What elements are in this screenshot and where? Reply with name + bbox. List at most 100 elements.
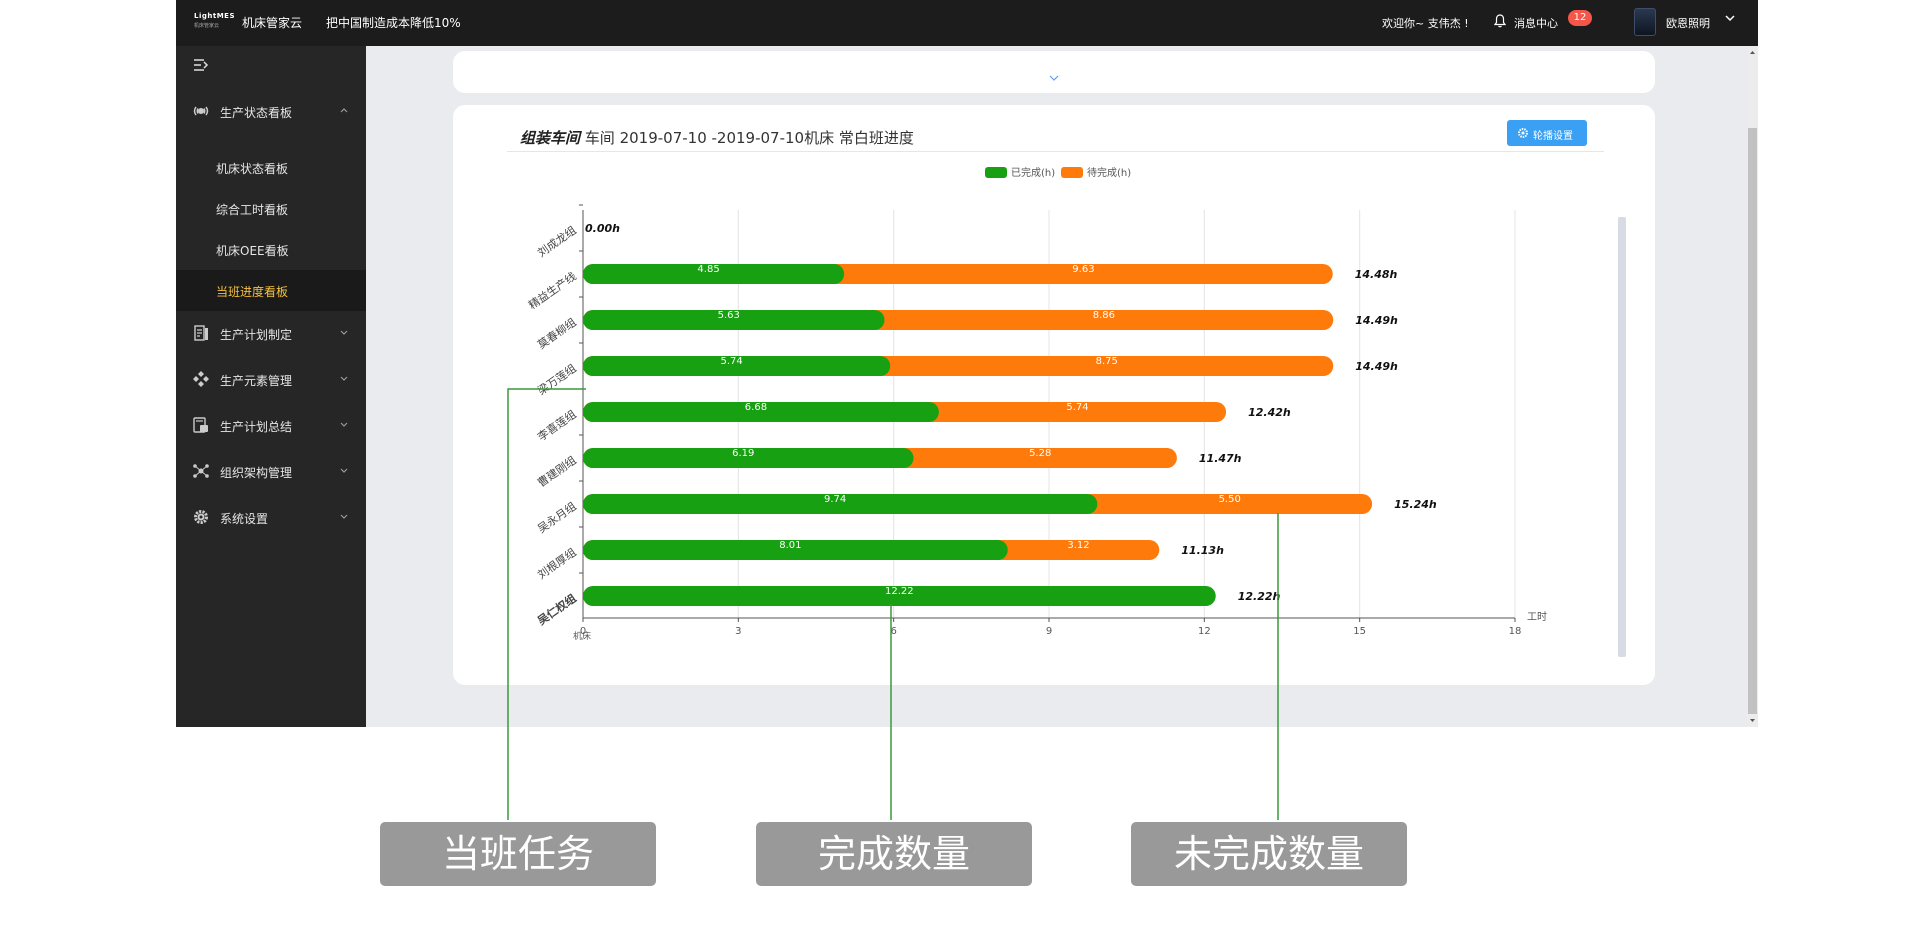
data-label-completed: 12.22 [885,586,914,597]
x-tick-label: 15 [1353,626,1366,637]
chevron-down-icon [340,330,348,335]
sidebar-item-shift-progress[interactable]: 当班进度看板 [176,270,366,311]
sidebar-group-production-plan[interactable]: 生产计划制定 [176,310,366,356]
message-count-badge: 12 [1568,10,1592,26]
sidebar-group-organization[interactable]: 组织架构管理 [176,448,366,494]
logo-text: LightMES [194,12,235,20]
sidebar-group-label: 生产元素管理 [220,374,293,388]
sidebar-item-label: 综合工时看板 [216,203,289,217]
sidebar-group-plan-summary[interactable]: 生产计划总结 [176,402,366,448]
progress-chart-card: 组装车间 车间 2019-07-10 -2019-07-10机床 常白班进度 轮… [453,105,1655,685]
data-label-pending: 5.50 [1219,494,1241,505]
category-label: 吴仁权组 [535,591,579,628]
total-label: 12.42h [1248,406,1291,419]
gear-icon [194,510,208,524]
x-tick-label: 12 [1198,626,1211,637]
sidebar-group-production-status[interactable]: 生产状态看板 [176,88,366,134]
chevron-down-icon [340,514,348,519]
bar-completed-edge [1077,494,1088,514]
logo-subtext: 机床管家云 [194,23,220,29]
category-label: 莫春柳组 [535,315,579,352]
page-scrollbar[interactable] [1747,46,1758,727]
category-label: 梁万莲组 [535,361,579,398]
category-label: 吴永月组 [535,499,579,536]
top-bar: LightMES 机床管家云 机床管家云 把中国制造成本降低10% 欢迎你~ 支… [176,0,1758,46]
total-label: 11.13h [1181,544,1224,557]
slogan: 把中国制造成本降低10% [326,16,461,30]
data-label-pending: 9.63 [1072,264,1094,275]
bar-completed-edge [824,264,835,284]
total-label: 14.49h [1355,314,1398,327]
bar-completed-edge [893,448,904,468]
x-tick-label: 6 [890,626,896,637]
sidebar-group-label: 生产计划制定 [220,328,293,342]
category-label: 李喜莲组 [535,407,579,444]
sidebar-item-label: 机床OEE看板 [216,244,289,258]
welcome-text: 欢迎你~ 支伟杰 ! [1382,17,1469,30]
total-label: 12.22h [1238,590,1281,603]
user-name[interactable]: 欧恩照明 [1666,15,1710,31]
data-label-completed: 8.01 [779,540,801,551]
sidebar-group-system-settings[interactable]: 系统设置 [176,494,366,540]
category-label: 曹建刚组 [535,453,579,490]
shift-progress-chart: 已完成(h) 待完成(h)0 3 6 9 12 15 18工时机床吴仁权组12.22 12.22… [526,166,1547,642]
scrollbar-thumb[interactable] [1748,128,1757,714]
chevron-down-icon [340,376,348,381]
chevron-down-icon[interactable] [1724,12,1736,24]
data-label-completed: 6.68 [745,402,767,413]
scroll-down-icon[interactable] [1748,716,1757,725]
category-label: 刘成龙组 [535,223,579,260]
legend-swatch [1061,167,1083,178]
bar-completed-edge [864,310,875,330]
y-axis-label: 机床 [573,630,591,642]
app-name: 机床管家云 [242,16,303,30]
bar-completed-edge [987,540,998,560]
category-label: 精益生产线 [526,269,579,312]
total-label: 11.47h [1199,452,1242,465]
data-label-pending: 3.12 [1067,540,1089,551]
sidebar: 生产状态看板 机床状态看板 综合工时看板 机床OEE看板 当班进度看板 生产计划… [176,46,366,727]
brand-logo[interactable]: LightMES 机床管家云 [194,12,240,34]
legend-swatch [985,167,1007,178]
monitor-icon [193,106,209,116]
chevron-down-icon [340,422,348,427]
x-axis-label: 工时 [1527,611,1547,623]
chevron-up-icon [340,108,348,113]
legend-label: 已完成(h) [1011,166,1055,179]
sidebar-item-work-hours[interactable]: 综合工时看板 [176,188,366,229]
message-center-link[interactable]: 消息中心 [1514,15,1558,31]
total-label: 15.24h [1394,498,1437,511]
data-label-completed: 5.74 [720,356,742,367]
x-tick-label: 9 [1046,626,1052,637]
callout-shift-task: 当班任务 [380,822,656,886]
x-tick-label: 18 [1509,626,1522,637]
data-label-completed: 5.63 [718,310,740,321]
report-icon [193,417,208,433]
collapsed-filter-panel [453,51,1655,93]
sidebar-group-label: 组织架构管理 [220,466,293,480]
sidebar-group-label: 生产计划总结 [220,420,293,434]
data-label-pending: 8.86 [1093,310,1115,321]
sidebar-item-label: 机床状态看板 [216,162,289,176]
collapse-menu-icon[interactable] [192,56,210,74]
data-label-completed: 4.85 [697,264,719,275]
avatar[interactable] [1634,8,1656,36]
total-label: 14.49h [1355,360,1398,373]
expand-chevron-icon[interactable] [1047,73,1061,83]
org-tree-icon [193,464,209,478]
sidebar-group-production-elements[interactable]: 生产元素管理 [176,356,366,402]
chart-scrollbar[interactable] [1618,217,1626,657]
chevron-down-icon [340,468,348,473]
total-label: 14.48h [1355,268,1398,281]
data-label-completed: 6.19 [732,448,754,459]
x-tick-label: 3 [735,626,741,637]
sidebar-item-machine-oee[interactable]: 机床OEE看板 [176,229,366,270]
legend-label: 待完成(h) [1087,166,1131,179]
clipboard-icon [194,325,208,341]
sidebar-item-machine-status[interactable]: 机床状态看板 [176,147,366,188]
category-label: 刘根厚组 [535,545,579,582]
bell-icon[interactable] [1494,14,1506,28]
data-label-completed: 9.74 [824,494,846,505]
scroll-up-icon[interactable] [1748,48,1757,57]
sidebar-group-label: 系统设置 [220,512,269,526]
